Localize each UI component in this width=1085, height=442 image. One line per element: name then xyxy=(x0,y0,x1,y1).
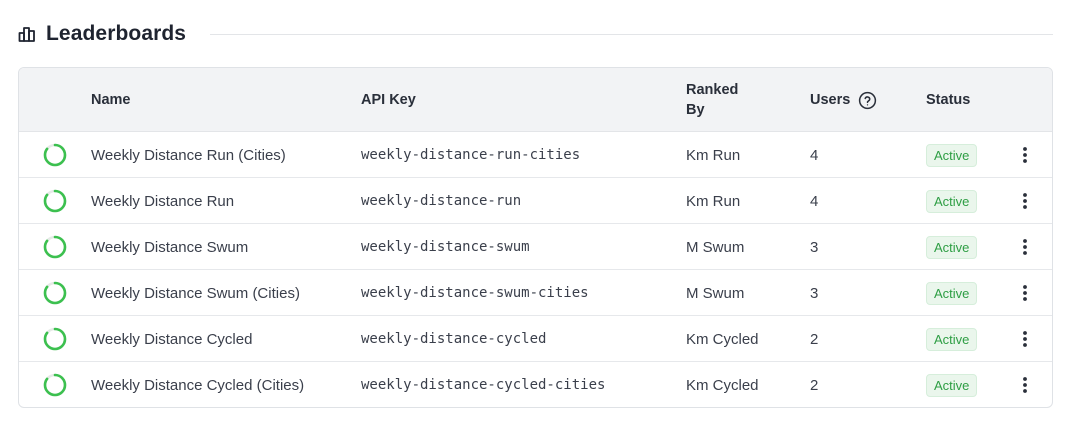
ranked-by: M Swum xyxy=(686,284,745,302)
column-header-users-label: Users xyxy=(810,92,851,108)
table-row[interactable]: Weekly Distance Swum (Cities) weekly-dis… xyxy=(19,270,1052,316)
column-header-status[interactable]: Status xyxy=(926,68,970,132)
header-divider xyxy=(210,33,1053,35)
user-count: 4 xyxy=(810,192,819,210)
user-count: 3 xyxy=(810,284,819,302)
help-circle-icon[interactable] xyxy=(858,91,877,110)
table-row[interactable]: Weekly Distance Swum weekly-distance-swu… xyxy=(19,224,1052,270)
user-count: 2 xyxy=(810,330,819,348)
table-row[interactable]: Weekly Distance Run (Cities) weekly-dist… xyxy=(19,132,1052,178)
progress-ring-icon xyxy=(42,270,70,316)
status-badge: Active xyxy=(926,373,978,397)
status-cell: Active xyxy=(926,362,978,407)
progress-ring-icon xyxy=(42,178,70,224)
status-badge: Active xyxy=(926,235,978,259)
ranked-by: Km Run xyxy=(686,146,741,164)
progress-ring-icon xyxy=(42,362,70,407)
column-header-name[interactable]: Name xyxy=(91,68,131,132)
bar-chart-icon xyxy=(18,24,38,44)
user-count: 4 xyxy=(810,146,819,164)
more-options-icon[interactable] xyxy=(1015,316,1035,362)
ranked-by: Km Run xyxy=(686,192,741,210)
status-cell: Active xyxy=(926,224,978,270)
ranked-by: M Swum xyxy=(686,238,745,256)
table-header: Name API Key Ranked By Users Status xyxy=(19,68,1052,132)
status-cell: Active xyxy=(926,270,978,316)
leaderboard-name[interactable]: Weekly Distance Cycled xyxy=(91,316,252,362)
status-cell: Active xyxy=(926,132,978,178)
status-badge: Active xyxy=(926,281,978,305)
status-badge: Active xyxy=(926,143,978,167)
ranked-by: Km Cycled xyxy=(686,376,759,394)
api-key: weekly-distance-cycled xyxy=(361,331,547,347)
status-badge: Active xyxy=(926,327,978,351)
api-key: weekly-distance-run-cities xyxy=(361,147,581,163)
progress-ring-icon xyxy=(42,132,70,178)
leaderboard-name[interactable]: Weekly Distance Swum (Cities) xyxy=(91,270,300,316)
progress-ring-icon xyxy=(42,316,70,362)
leaderboard-name[interactable]: Weekly Distance Cycled (Cities) xyxy=(91,362,304,407)
api-key: weekly-distance-swum xyxy=(361,239,530,255)
leaderboards-table: Name API Key Ranked By Users Status Week… xyxy=(18,67,1053,408)
ranked-by: Km Cycled xyxy=(686,330,759,348)
leaderboard-name[interactable]: Weekly Distance Swum xyxy=(91,224,248,270)
leaderboard-name[interactable]: Weekly Distance Run xyxy=(91,178,234,224)
section-header: Leaderboards xyxy=(18,20,1053,48)
more-options-icon[interactable] xyxy=(1015,224,1035,270)
more-options-icon[interactable] xyxy=(1015,362,1035,407)
user-count: 2 xyxy=(810,376,819,394)
page-title: Leaderboards xyxy=(46,22,187,45)
api-key: weekly-distance-cycled-cities xyxy=(361,377,606,393)
leaderboard-name[interactable]: Weekly Distance Run (Cities) xyxy=(91,132,286,178)
more-options-icon[interactable] xyxy=(1015,178,1035,224)
status-badge: Active xyxy=(926,189,978,213)
table-row[interactable]: Weekly Distance Cycled (Cities) weekly-d… xyxy=(19,362,1052,407)
table-row[interactable]: Weekly Distance Cycled weekly-distance-c… xyxy=(19,316,1052,362)
progress-ring-icon xyxy=(42,224,70,270)
table-body: Weekly Distance Run (Cities) weekly-dist… xyxy=(19,132,1052,407)
more-options-icon[interactable] xyxy=(1015,132,1035,178)
column-header-users[interactable]: Users xyxy=(810,68,877,132)
column-header-ranked-by[interactable]: Ranked By xyxy=(686,68,756,132)
status-cell: Active xyxy=(926,316,978,362)
user-count: 3 xyxy=(810,238,819,256)
column-header-api-key[interactable]: API Key xyxy=(361,68,416,132)
status-cell: Active xyxy=(926,178,978,224)
table-row[interactable]: Weekly Distance Run weekly-distance-run … xyxy=(19,178,1052,224)
more-options-icon[interactable] xyxy=(1015,270,1035,316)
api-key: weekly-distance-run xyxy=(361,193,522,209)
api-key: weekly-distance-swum-cities xyxy=(361,285,589,301)
